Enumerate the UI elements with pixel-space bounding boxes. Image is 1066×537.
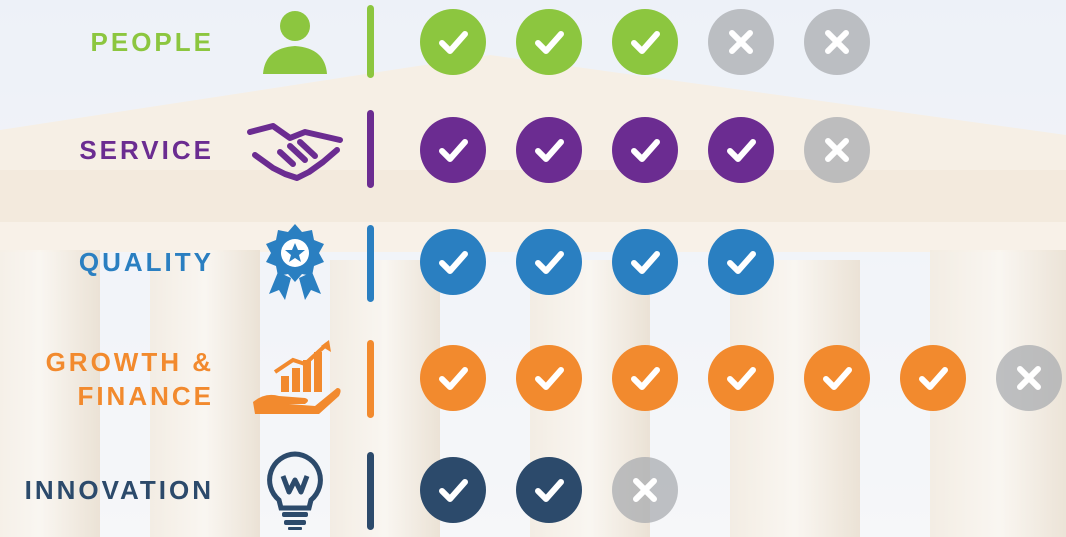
check-icon [708,345,774,411]
cross-icon [804,9,870,75]
row-label-quality: QUALITY [79,245,214,279]
lightbulb-icon [245,450,345,530]
row-label-line: PEOPLE [90,27,214,57]
check-icon [516,9,582,75]
check-icon [516,229,582,295]
row-label-line: FINANCE [77,381,214,411]
row-divider [367,5,374,78]
row-label-line: GROWTH & [45,347,214,377]
cross-icon [708,9,774,75]
check-icon [420,345,486,411]
row-label-service: SERVICE [79,133,214,167]
row-label-innovation: INNOVATION [25,473,214,507]
handshake-icon [245,110,345,190]
check-icon [420,229,486,295]
check-icon [420,9,486,75]
row-label-line: SERVICE [79,135,214,165]
check-icon [804,345,870,411]
check-icon [420,457,486,523]
check-icon [612,9,678,75]
check-icon [612,229,678,295]
check-icon [516,117,582,183]
check-icon [420,117,486,183]
check-icon [708,117,774,183]
check-icon [516,345,582,411]
row-label-line: INNOVATION [24,475,214,505]
check-icon [516,457,582,523]
check-icon [708,229,774,295]
row-divider [367,225,374,302]
row-label-people: PEOPLE [91,25,214,59]
growth-chart-hand-icon [245,338,345,418]
cross-icon [804,117,870,183]
award-badge-icon [245,222,345,302]
row-label-growth: GROWTH & FINANCE [46,345,214,413]
check-icon [612,117,678,183]
check-icon [612,345,678,411]
row-label-line: QUALITY [78,247,214,277]
row-divider [367,110,374,188]
cross-icon [996,345,1062,411]
cross-icon [612,457,678,523]
row-divider [367,340,374,418]
row-divider [367,452,374,530]
person-icon [245,2,345,82]
check-icon [900,345,966,411]
